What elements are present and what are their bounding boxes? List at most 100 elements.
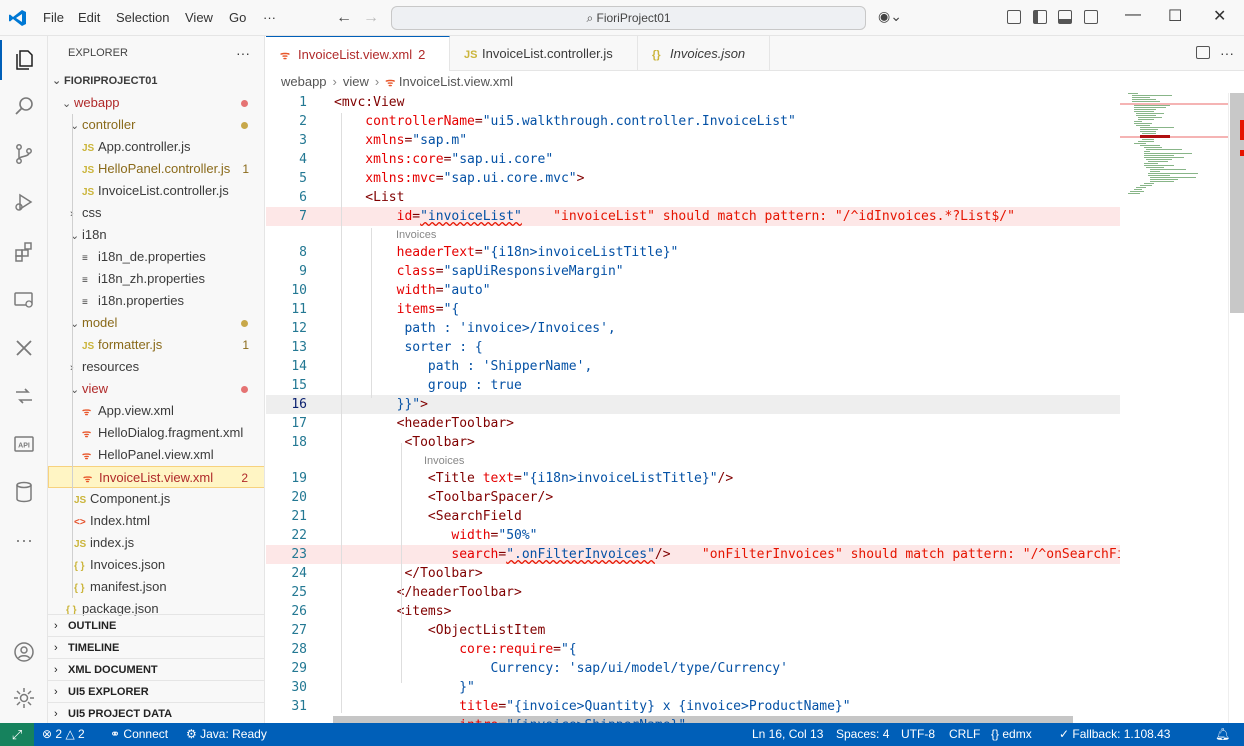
tree-item-invoicelist-view-xml[interactable]: ᯤ InvoiceList.view.xml 2 [48,466,264,488]
explorer-icon[interactable] [0,40,48,80]
java-status[interactable]: ⚙ Java: Ready [186,723,267,746]
search-icon[interactable] [0,86,48,126]
code-line[interactable]: 3 xmlns="sap.m" [266,131,1120,150]
code-line[interactable]: 7 id="invoiceList" "invoiceList" should … [266,207,1120,226]
menu-edit[interactable]: Edit [78,10,100,25]
menu-more[interactable]: ··· [263,10,276,25]
project-root[interactable]: ⌄ FIORIPROJECT01 [48,70,264,92]
tree-item-resources[interactable]: ›resources [48,356,264,378]
section-timeline[interactable]: › TIMELINE [48,636,264,658]
menu-go[interactable]: Go [229,10,246,25]
code-line[interactable]: 13 sorter : { [266,338,1120,357]
code-line[interactable]: 17 <headerToolbar> [266,414,1120,433]
remote-indicator-icon[interactable]: ⤢ [0,723,34,746]
remote-explorer-icon[interactable] [0,280,48,320]
run-debug-icon[interactable] [0,182,48,222]
code-line[interactable]: 8 headerText="{i18n>invoiceListTitle}" [266,243,1120,262]
code-line[interactable]: 9 class="sapUiResponsiveMargin" [266,262,1120,281]
tree-item-i18n-de-properties[interactable]: ≡ i18n_de.properties [48,246,264,268]
api-icon[interactable]: API [0,424,48,464]
code-line[interactable]: 18 <Toolbar> [266,433,1120,452]
minimize-icon[interactable]: — [1125,6,1141,24]
menu-file[interactable]: File [43,10,64,25]
code-line[interactable]: 14 path : 'ShipperName', [266,357,1120,376]
breadcrumb-view[interactable]: view [343,74,369,89]
code-line[interactable]: 26 <items> [266,602,1120,621]
tree-item-view[interactable]: ⌄ view [48,378,264,400]
line-ending[interactable]: CRLF [949,723,980,746]
code-line[interactable]: 21 <SearchField [266,507,1120,526]
notifications-bell-icon[interactable]: 🔔︎ [1215,723,1230,746]
code-line[interactable]: 4 xmlns:core="sap.ui.core" [266,150,1120,169]
tree-item-index-js[interactable]: JS index.js [48,532,264,554]
code-line[interactable]: 10 width="auto" [266,281,1120,300]
code-line[interactable]: 11 items="{ [266,300,1120,319]
tree-item-app-view-xml[interactable]: ᯤ App.view.xml [48,400,264,422]
problems-indicator[interactable]: ⊗ 2 △ 2 [42,723,85,746]
encoding[interactable]: UTF-8 [901,723,935,746]
copilot-icon[interactable]: ◉⌄ [878,8,902,25]
tree-item-i18n-zh-properties[interactable]: ≡ i18n_zh.properties [48,268,264,290]
code-line[interactable]: 24 </Toolbar> [266,564,1120,583]
code-line[interactable]: 25 </headerToolbar> [266,583,1120,602]
code-line[interactable]: 28 core:require="{ [266,640,1120,659]
layout-sidebar-icon[interactable] [1033,10,1047,24]
code-line[interactable]: 19 <Title text="{i18n>invoiceListTitle}"… [266,469,1120,488]
menu-selection[interactable]: Selection [116,10,169,25]
tree-item-model[interactable]: ⌄ model [48,312,264,334]
customize-layout-icon[interactable] [1084,10,1098,24]
editor-more-icon[interactable]: ··· [1220,36,1234,71]
command-center-search[interactable]: ⌕ FioriProject01 [391,6,866,30]
explorer-more-icon[interactable]: ··· [236,36,250,70]
ui5-version[interactable]: ✓ Fallback: 1.108.43 [1059,723,1170,746]
code-line[interactable]: 31 title="{invoice>Quantity} x {invoice>… [266,697,1120,716]
toggle-primary-sidebar-icon[interactable] [1007,10,1021,24]
cursor-position[interactable]: Ln 16, Col 13 [752,723,823,746]
section-outline[interactable]: › OUTLINE [48,614,264,636]
section-ui5-explorer[interactable]: › UI5 EXPLORER [48,680,264,702]
connect-status[interactable]: ⚭ Connect [110,723,168,746]
sap-fiori-icon[interactable] [0,376,48,416]
codelens-hint[interactable]: Invoices [424,454,464,469]
tree-item-hellodialog-fragment-xml[interactable]: ᯤ HelloDialog.fragment.xml [48,422,264,444]
tree-item-hellopanel-controller-js[interactable]: JS HelloPanel.controller.js 1 [48,158,264,180]
minimap[interactable] [1120,93,1228,723]
code-line[interactable]: 29 Currency: 'sap/ui/model/type/Currency… [266,659,1120,678]
code-line[interactable]: 20 <ToolbarSpacer/> [266,488,1120,507]
account-icon[interactable] [0,632,48,672]
indentation[interactable]: Spaces: 4 [836,723,889,746]
toggle-panel-icon[interactable] [1058,10,1072,24]
tools-icon[interactable] [0,328,48,368]
tab-invoicelist-view-xml[interactable]: ᯤ InvoiceList.view.xml 2 [266,36,450,71]
language-mode[interactable]: {} edmx [991,723,1032,746]
codelens-hint[interactable]: Invoices [396,228,436,243]
breadcrumb-webapp[interactable]: webapp [281,74,327,89]
split-editor-icon[interactable] [1196,46,1210,59]
code-line[interactable]: 15 group : true [266,376,1120,395]
section-xml-document[interactable]: › XML DOCUMENT [48,658,264,680]
forward-arrow-icon[interactable]: → [363,9,379,27]
extensions-icon[interactable] [0,232,48,272]
back-arrow-icon[interactable]: ← [336,9,352,27]
tree-item-app-controller-js[interactable]: JS App.controller.js [48,136,264,158]
code-line[interactable]: 5 xmlns:mvc="sap.ui.core.mvc"> [266,169,1120,188]
code-line[interactable]: 22 width="50%" [266,526,1120,545]
code-line[interactable]: 32 intro="{invoice>ShipperName}" [333,716,1073,723]
code-line[interactable]: 23 search=".onFilterInvoices"/> "onFilte… [266,545,1132,564]
tree-item-invoicelist-controller-js[interactable]: JS InvoiceList.controller.js [48,180,264,202]
code-line[interactable]: 2 controllerName="ui5.walkthrough.contro… [266,112,1120,131]
code-line[interactable]: 30 }" [266,678,1120,697]
tab-invoicelist-controller-js[interactable]: JS InvoiceList.controller.js [450,36,638,71]
code-line[interactable]: 16 }}"> [266,395,1120,414]
code-line[interactable]: 12 path : 'invoice>/Invoices', [266,319,1120,338]
tab-invoices-json[interactable]: {} Invoices.json [638,36,770,71]
tree-item-invoices-json[interactable]: { } Invoices.json [48,554,264,576]
code-line[interactable]: 27 <ObjectListItem [266,621,1120,640]
tree-item-webapp[interactable]: ⌄ webapp [48,92,264,114]
tree-item-manifest-json[interactable]: { } manifest.json [48,576,264,598]
tree-item-i18n-properties[interactable]: ≡ i18n.properties [48,290,264,312]
tree-item-css[interactable]: ›css [48,202,264,224]
code-editor[interactable]: 1 <mvc:View 2 controllerName="ui5.walkthro… [266,93,1244,723]
code-line[interactable]: 1 <mvc:View [266,93,1120,112]
breadcrumb-file[interactable]: InvoiceList.view.xml [399,74,513,89]
